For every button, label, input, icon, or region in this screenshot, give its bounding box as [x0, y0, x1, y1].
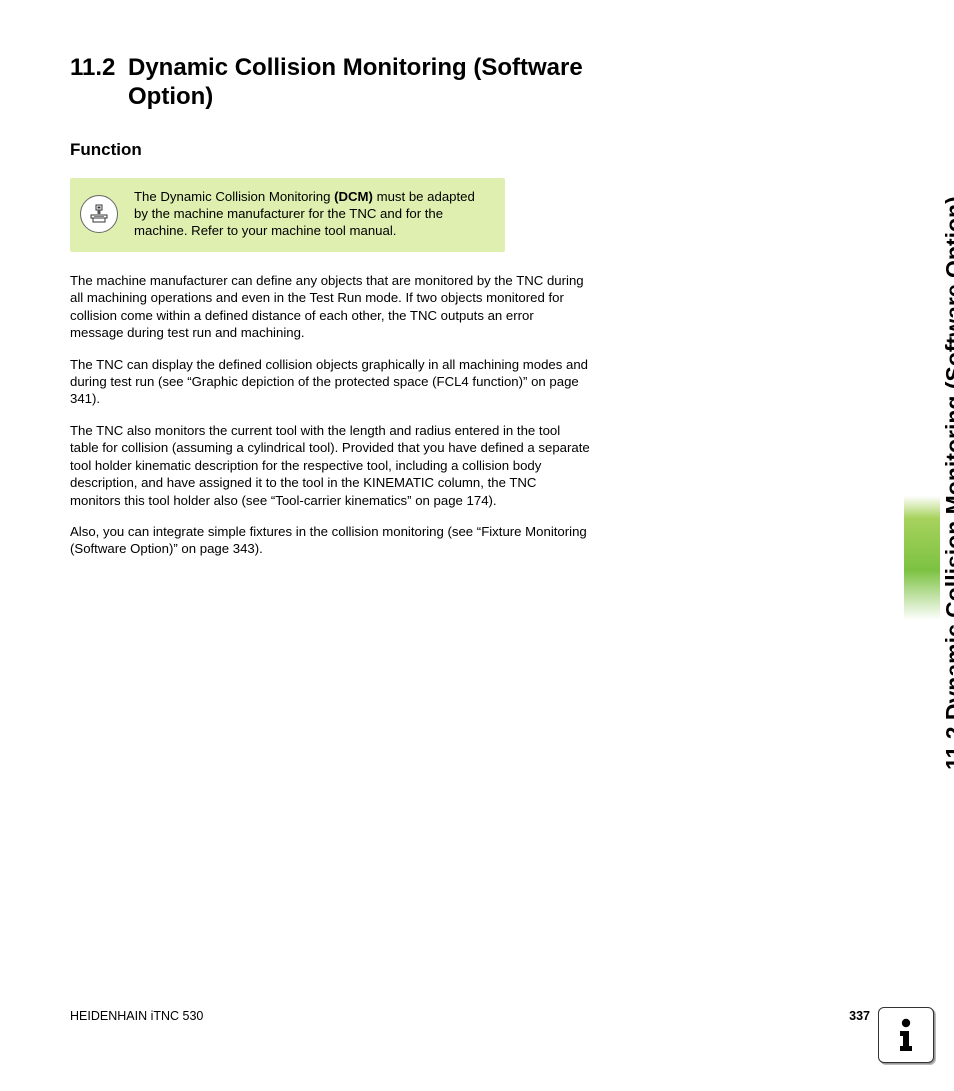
note-pre: The Dynamic Collision Monitoring: [134, 189, 334, 204]
body-paragraph: Also, you can integrate simple fixtures …: [70, 523, 590, 558]
machine-tool-icon: [80, 195, 118, 233]
section-number: 11.2: [70, 54, 128, 83]
body-paragraph: The machine manufacturer can define any …: [70, 272, 590, 342]
page-number: 337: [849, 1009, 870, 1023]
side-tab: 11.2 Dynamic Collision Monitoring (Softw…: [936, 40, 954, 770]
footer-product: HEIDENHAIN iTNC 530: [70, 1009, 203, 1023]
side-tab-highlight: [904, 496, 940, 620]
page-footer: HEIDENHAIN iTNC 530 337: [70, 1009, 870, 1023]
side-tab-text: 11.2 Dynamic Collision Monitoring (Softw…: [941, 196, 954, 770]
subsection-heading: Function: [70, 140, 630, 160]
note-bold: (DCM): [334, 189, 373, 204]
info-badge: [878, 1007, 934, 1063]
note-text: The Dynamic Collision Monitoring (DCM) m…: [134, 188, 491, 240]
body-paragraph: The TNC can display the defined collisio…: [70, 356, 590, 408]
note-box: The Dynamic Collision Monitoring (DCM) m…: [70, 178, 505, 252]
body-paragraph: The TNC also monitors the current tool w…: [70, 422, 590, 509]
main-content: 11.2 Dynamic Collision Monitoring (Softw…: [70, 54, 630, 572]
info-icon: [878, 1007, 934, 1063]
page: 11.2 Dynamic Collision Monitoring (Softw…: [0, 0, 954, 1091]
section-title: Dynamic Collision Monitoring (Software O…: [128, 54, 630, 112]
section-heading: 11.2 Dynamic Collision Monitoring (Softw…: [70, 54, 630, 112]
